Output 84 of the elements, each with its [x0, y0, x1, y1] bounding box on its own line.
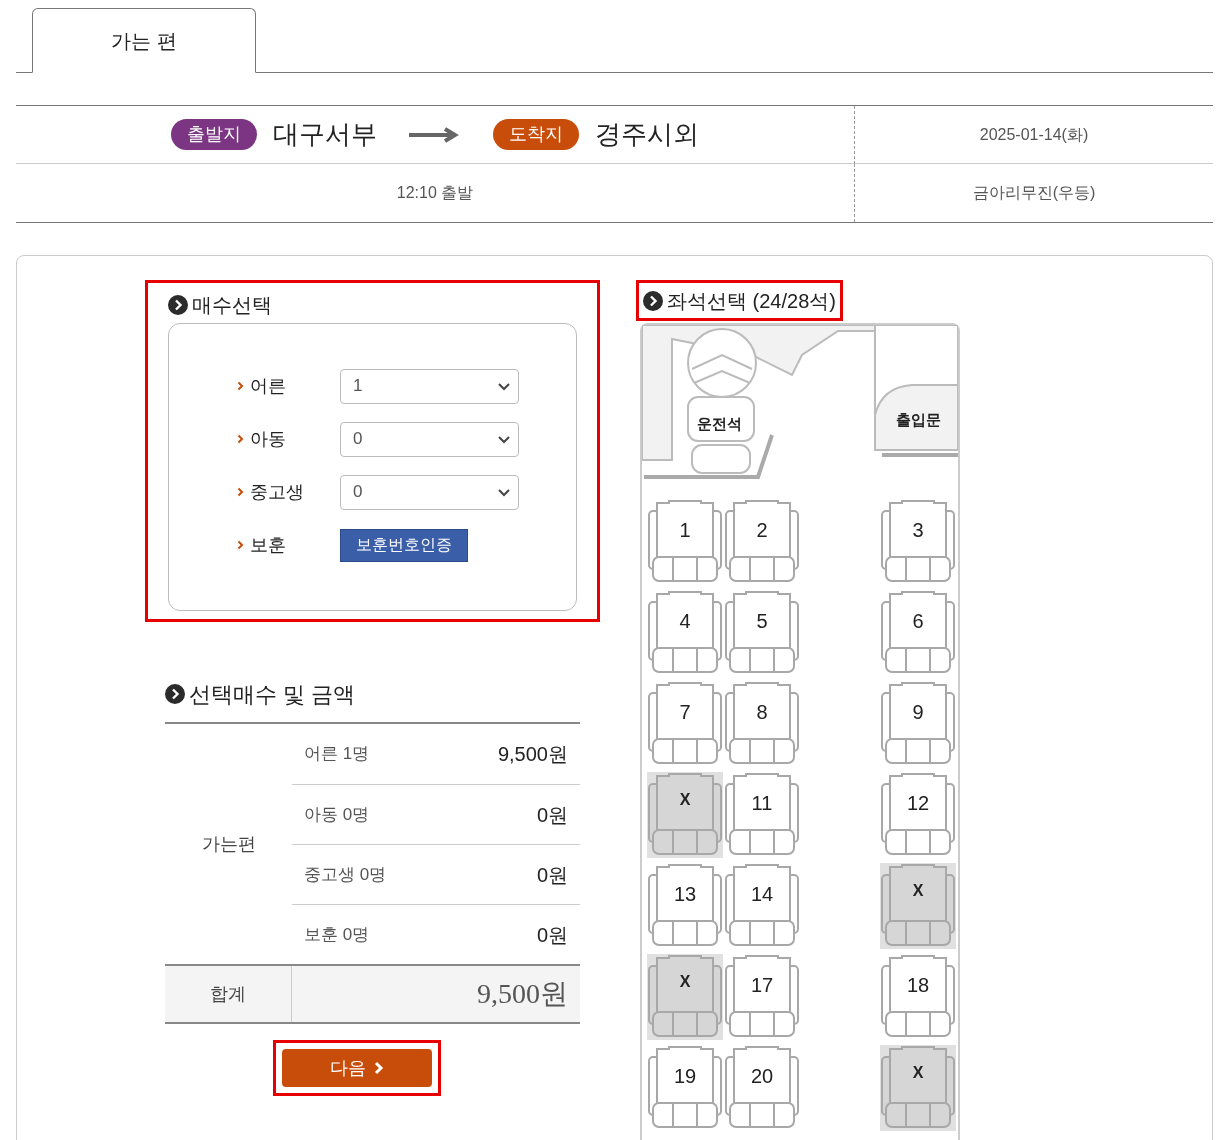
departure-date: 2025-01-14(화): [979, 124, 1089, 145]
seat[interactable]: 2: [724, 499, 800, 586]
fare-amount: 0원: [536, 922, 568, 948]
chevron-circle-icon: [643, 290, 663, 311]
seat-number: X: [911, 1063, 925, 1084]
seat-number: 9: [911, 700, 925, 726]
next-button[interactable]: 다음: [281, 1049, 432, 1087]
seat-number: 4: [678, 609, 692, 635]
seat[interactable]: 13: [647, 863, 723, 950]
passenger-type-label: 어른: [250, 374, 287, 398]
chevron-circle-icon: [168, 295, 188, 315]
seat-number: 11: [750, 791, 774, 817]
arrival-city: 경주시외: [595, 118, 699, 151]
count-dropdown[interactable]: 0: [340, 474, 519, 510]
seat-number: 14: [749, 882, 775, 908]
chevron-icon: [237, 487, 244, 497]
seat[interactable]: 5: [724, 590, 800, 677]
driver-seat-label: 운전석: [697, 414, 742, 435]
seat[interactable]: 6: [880, 590, 956, 677]
fare-amount: 9,500원: [497, 742, 568, 767]
seat-number: X: [678, 790, 692, 811]
seat-number: 20: [749, 1064, 775, 1090]
seat-number: 19: [672, 1064, 698, 1090]
total-amount: 9,500원: [477, 977, 568, 1011]
fare-label: 어른 1명: [304, 743, 370, 766]
bus-company: 금아리무진(우등): [972, 183, 1096, 203]
seat-number: 8: [755, 700, 769, 726]
seat-number: 13: [672, 882, 698, 908]
seat[interactable]: 14: [724, 863, 800, 950]
chevron-right-icon: [373, 1061, 384, 1075]
seat-number: 5: [755, 609, 769, 635]
verify-button[interactable]: 보훈번호인증: [340, 528, 468, 562]
seat[interactable]: 4: [647, 590, 723, 677]
passenger-type-label: 중고생: [250, 480, 305, 504]
seat-number: X: [911, 881, 925, 902]
seat[interactable]: X: [647, 954, 723, 1041]
count-dropdown[interactable]: 0: [340, 421, 519, 457]
fare-amount: 0원: [536, 802, 568, 828]
seat-number: 6: [911, 609, 925, 635]
seat[interactable]: X: [880, 1045, 956, 1132]
seat[interactable]: 11: [724, 772, 800, 859]
seat-number: 12: [905, 791, 931, 817]
seat-number: 17: [749, 973, 775, 999]
seat[interactable]: 1: [647, 499, 723, 586]
seat[interactable]: X: [647, 772, 723, 859]
tab[interactable]: 가는 편: [32, 8, 256, 73]
seat-number: 1: [678, 518, 692, 544]
seat[interactable]: 19: [647, 1045, 723, 1132]
trip-label: 가는편: [201, 832, 256, 856]
departure-city: 대구서부: [273, 118, 377, 151]
door-label: 출입문: [896, 410, 941, 431]
section-title: 매수선택: [192, 293, 272, 318]
section-title: 좌석선택 (24/28석): [667, 288, 836, 314]
seat-number: 3: [911, 518, 925, 544]
seat-number: 7: [678, 700, 692, 726]
seat[interactable]: 3: [880, 499, 956, 586]
count-dropdown[interactable]: 1: [340, 368, 519, 404]
section-title: 선택매수 및 금액: [189, 680, 356, 709]
fare-amount: 0원: [536, 862, 568, 888]
seat[interactable]: 17: [724, 954, 800, 1041]
seat[interactable]: 12: [880, 772, 956, 859]
fare-label: 아동 0명: [304, 803, 370, 826]
chevron-icon: [237, 434, 244, 444]
arrival-badge: 도착지: [493, 119, 579, 150]
seat-number: 18: [905, 973, 931, 999]
seat[interactable]: X: [880, 863, 956, 950]
seat[interactable]: 20: [724, 1045, 800, 1132]
arrow-icon: [409, 126, 461, 143]
passenger-type-label: 보훈: [250, 533, 287, 557]
seat[interactable]: 7: [647, 681, 723, 768]
passenger-type-label: 아동: [250, 427, 287, 451]
seat[interactable]: 18: [880, 954, 956, 1041]
chevron-icon: [237, 381, 244, 391]
departure-time: 12:10 출발: [396, 183, 474, 203]
seat-number: X: [678, 972, 692, 993]
seat-number: 2: [755, 518, 769, 544]
seat[interactable]: 8: [724, 681, 800, 768]
seat[interactable]: 9: [880, 681, 956, 768]
fare-label: 중고생 0명: [304, 863, 387, 886]
total-label: 합계: [210, 982, 246, 1006]
fare-label: 보훈 0명: [304, 923, 370, 946]
chevron-circle-icon: [165, 684, 185, 704]
chevron-icon: [237, 540, 244, 550]
departure-badge: 출발지: [171, 119, 257, 150]
